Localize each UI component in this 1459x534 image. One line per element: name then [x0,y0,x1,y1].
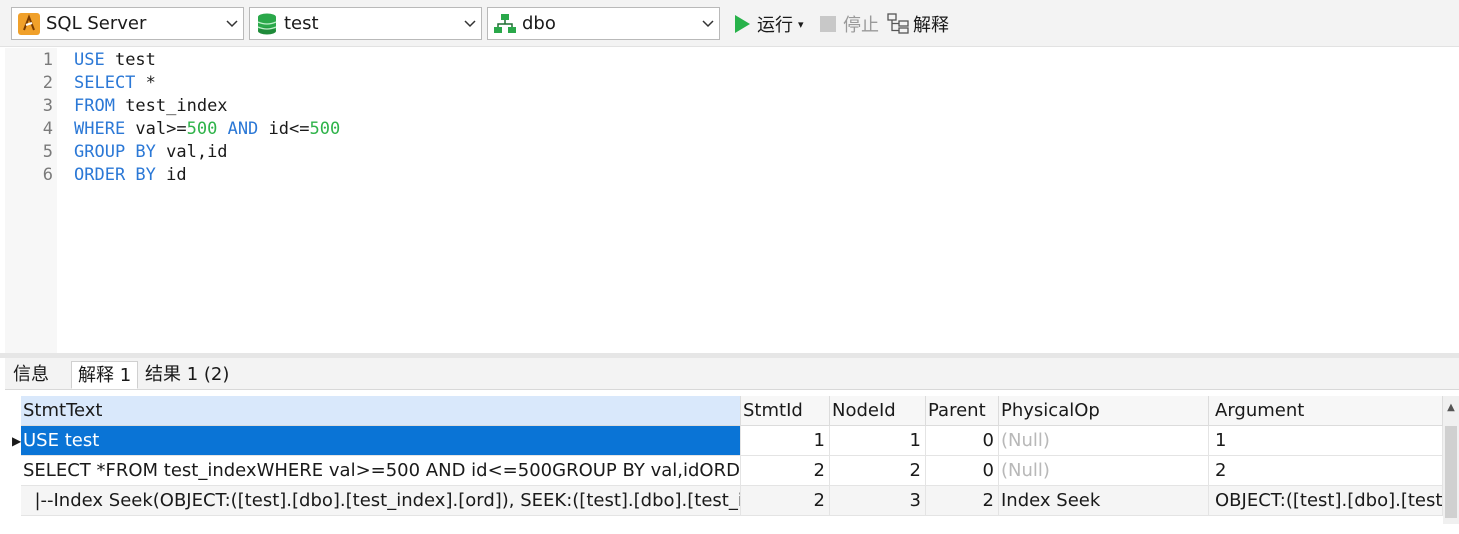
code-line[interactable]: ORDER BY id [74,164,187,187]
scroll-thumb[interactable] [1445,426,1457,518]
sql-text: test [104,50,156,70]
tab-result[interactable]: 结果 1 (2) [139,361,235,389]
table-row-cell[interactable]: 1 [1209,426,1443,456]
sql-server-icon [16,11,42,37]
toolbar: SQL Server test dbo 运行 ▾ 停止 解释 [0,0,1459,47]
line-number: 5 [42,142,53,162]
play-icon [731,13,753,35]
table-row-cell[interactable]: (Null) [999,456,1209,486]
code-line[interactable]: WHERE val>=500 AND id<=500 [74,118,340,141]
line-number: 6 [42,165,53,185]
table-row-cell[interactable]: 2 [830,456,926,486]
column-header-nodeid[interactable]: NodeId [830,396,926,426]
schema-label: dbo [522,13,556,34]
line-number-gutter: 1 2 3 4 5 6 [5,48,57,353]
stop-button[interactable]: 停止 [817,9,879,39]
line-number: 2 [42,73,53,93]
line-number: 3 [42,96,53,116]
current-row-marker-icon: ▶ [12,434,22,448]
code-line[interactable]: FROM test_index [74,95,228,118]
sql-number: 500 [309,119,341,139]
column-header-parent[interactable]: Parent [926,396,999,426]
explain-label: 解释 [913,15,949,36]
schema-select[interactable]: dbo [487,7,720,40]
table-row-cell[interactable]: |--Index Seek(OBJECT:([test].[dbo].[test… [21,486,741,516]
table-row-cell[interactable]: 1 [830,426,926,456]
table-row-cell[interactable]: 2 [1209,456,1443,486]
chevron-down-icon [221,8,243,39]
schema-icon [492,11,518,37]
explain-button[interactable]: 解释 [887,9,949,39]
table-row-cell[interactable]: 3 [830,486,926,516]
scroll-up-icon[interactable]: ▲ [1443,396,1459,418]
table-row-cell[interactable]: SELECT *FROM test_indexWHERE val>=500 AN… [21,456,741,486]
sql-text: val>= [125,119,187,139]
line-number: 4 [42,119,53,139]
table-row-cell[interactable]: 2 [926,486,999,516]
line-number: 1 [42,50,53,70]
database-icon [254,11,280,37]
table-row-cell[interactable]: 2 [741,456,830,486]
sql-text: test_index [114,96,228,116]
database-select[interactable]: test [249,7,482,40]
run-button[interactable]: 运行 ▾ [731,9,804,39]
caret-down-icon[interactable]: ▾ [798,18,804,31]
table-row-cell[interactable]: OBJECT:([test].[dbo].[test_index].[ord]) [1209,486,1443,516]
sql-editor[interactable]: 123456 USE test SELECT * FROM test_index WH… [5,48,1459,353]
tab-explain[interactable]: 解释 1 [71,361,139,389]
result-tabs: 信息 解释 1 结果 1 (2) [5,358,1459,390]
column-header-physicalop[interactable]: PhysicalOp [999,396,1209,426]
code-line[interactable]: SELECT * [74,72,156,95]
sql-keyword: ORDER BY [74,165,156,185]
chevron-down-icon [697,8,719,39]
column-header-stmttext[interactable]: StmtText [21,396,741,426]
code-line[interactable]: GROUP BY val,id [74,141,228,164]
code-line[interactable]: USE test [74,49,156,72]
sql-text: id<= [258,119,310,139]
explain-plan-icon [887,13,909,35]
table-row-cell[interactable]: (Null) [999,426,1209,456]
tab-info[interactable]: 信息 [7,361,55,389]
database-label: test [284,13,319,34]
table-row-cell[interactable]: 0 [926,456,999,486]
sql-keyword: SELECT [74,73,136,93]
explain-grid: StmtText StmtId NodeId Parent PhysicalOp… [5,390,1459,534]
sql-keyword: WHERE [74,119,126,139]
stop-label: 停止 [843,15,879,36]
column-header-argument[interactable]: Argument [1209,396,1443,426]
sql-text: val,id [155,142,228,162]
sql-text: id [155,165,187,185]
vertical-scrollbar[interactable]: ▲ [1443,396,1459,524]
sql-number: 500 [186,119,218,139]
table-row-cell[interactable]: 2 [741,486,830,516]
sql-keyword: FROM [74,96,115,116]
sql-text: * [135,73,156,93]
connection-select[interactable]: SQL Server [11,7,244,40]
sql-keyword: AND [227,119,259,139]
table-row-cell[interactable]: Index Seek [999,486,1209,516]
column-header-stmtid[interactable]: StmtId [741,396,830,426]
connection-label: SQL Server [46,13,147,34]
sql-keyword: USE [74,50,105,70]
chevron-down-icon [459,8,481,39]
table-row-cell[interactable]: USE test [21,426,741,456]
table-row-cell[interactable]: 0 [926,426,999,456]
run-label: 运行 [757,15,793,36]
sql-keyword: GROUP BY [74,142,156,162]
table-row-cell[interactable]: 1 [741,426,830,456]
stop-icon [817,13,839,35]
